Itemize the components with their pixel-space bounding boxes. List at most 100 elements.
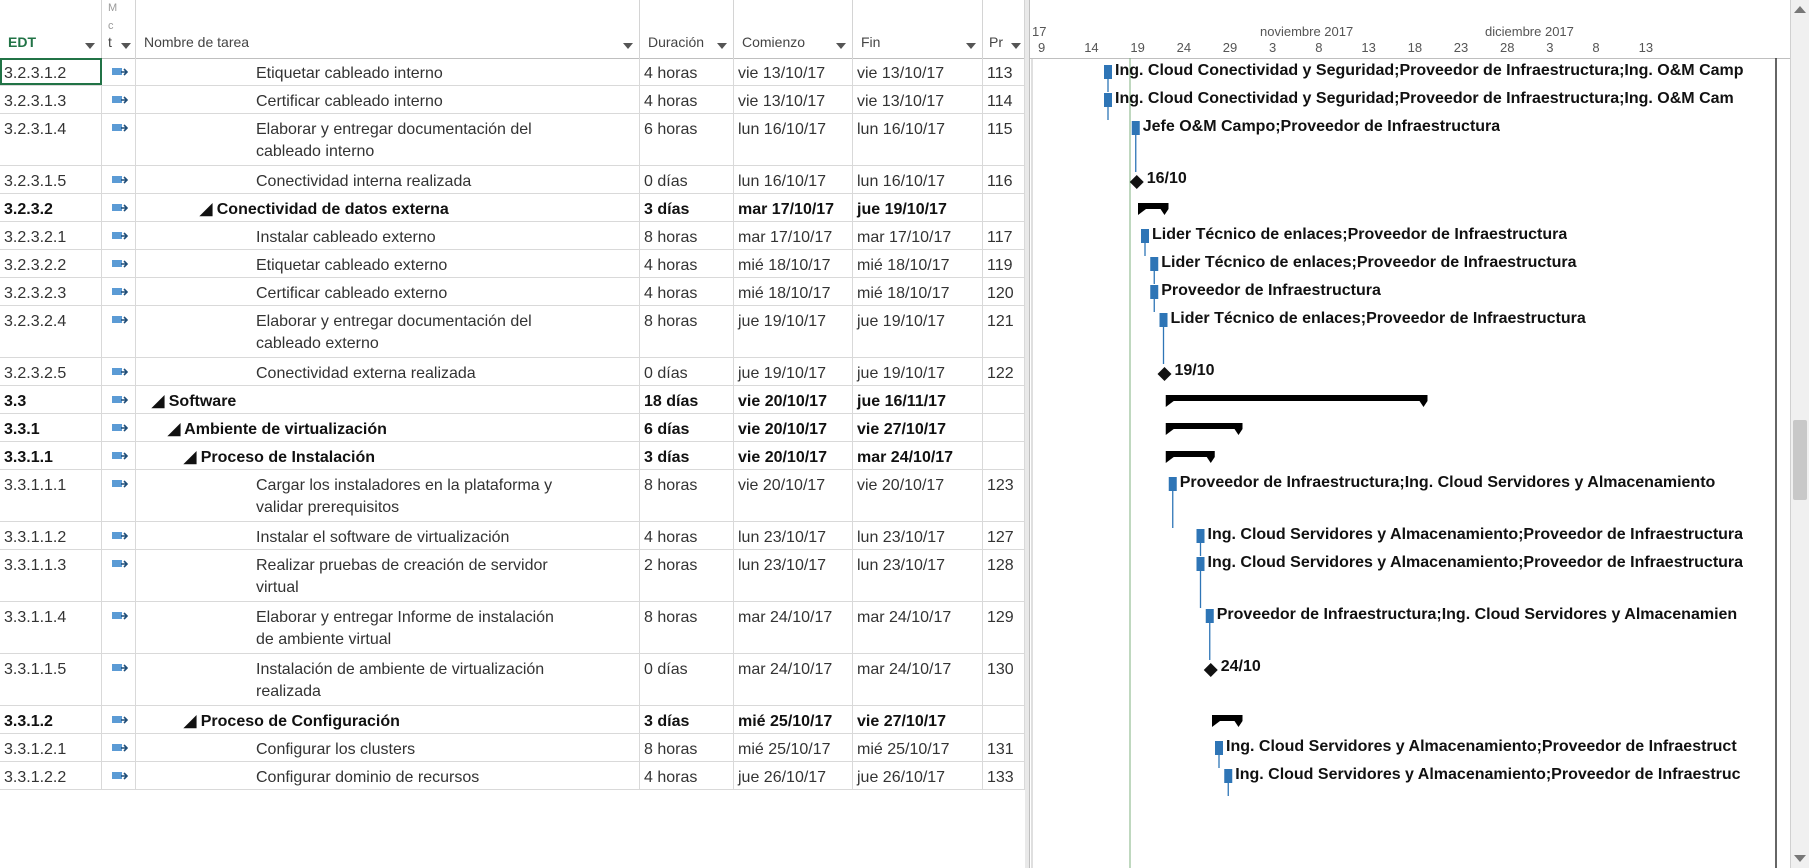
cell-duration[interactable]: 6 horas — [640, 114, 734, 165]
cell-start[interactable]: vie 20/10/17 — [734, 414, 853, 441]
cell-predecessors[interactable] — [983, 194, 1025, 221]
cell-task-name[interactable]: Elaborar y entregar documentación del cab… — [136, 306, 640, 357]
cell-task-mode[interactable] — [102, 166, 136, 193]
cell-finish[interactable]: vie 27/10/17 — [853, 414, 983, 441]
gantt-milestone[interactable] — [1203, 663, 1218, 677]
table-row[interactable]: 3.2.3.2.5 Conectividad externa realizada 0… — [0, 358, 1025, 386]
cell-task-name[interactable]: Cargar los instaladores en la plataforma… — [136, 470, 640, 521]
table-row[interactable]: 3.3.1.2.2 Configurar dominio de recursos 4… — [0, 762, 1025, 790]
table-row[interactable]: 3.3.1.2.1 Configurar los clusters 8 horas m… — [0, 734, 1025, 762]
cell-task-name[interactable]: Elaborar y entregar Informe de instalaci… — [136, 602, 640, 653]
gantt-summary-bar[interactable] — [1138, 203, 1169, 209]
cell-start[interactable]: mar 24/10/17 — [734, 654, 853, 705]
cell-start[interactable]: jue 19/10/17 — [734, 306, 853, 357]
cell-edt[interactable]: 3.3.1.1.3 — [0, 550, 102, 601]
scroll-up-icon[interactable] — [1794, 6, 1806, 13]
gantt-task-bar[interactable] — [1196, 529, 1205, 543]
cell-start[interactable]: mié 18/10/17 — [734, 278, 853, 305]
table-row[interactable]: 3.3.1.1.2 Instalar el software de virtual… — [0, 522, 1025, 550]
cell-duration[interactable]: 4 horas — [640, 86, 734, 113]
cell-task-mode[interactable] — [102, 194, 136, 221]
cell-edt[interactable]: 3.3.1.1 — [0, 442, 102, 469]
gantt-summary-bar[interactable] — [1165, 395, 1428, 401]
gantt-task-bar[interactable] — [1131, 121, 1140, 135]
cell-duration[interactable]: 3 días — [640, 194, 734, 221]
cell-task-mode[interactable] — [102, 278, 136, 305]
cell-start[interactable]: mié 25/10/17 — [734, 706, 853, 733]
cell-duration[interactable]: 0 días — [640, 166, 734, 193]
gantt-task-bar[interactable] — [1215, 741, 1223, 755]
col-mode-header[interactable]: M c t — [102, 0, 136, 58]
cell-duration[interactable]: 3 días — [640, 442, 734, 469]
chevron-down-icon[interactable] — [966, 43, 976, 49]
cell-duration[interactable]: 8 horas — [640, 470, 734, 521]
cell-task-mode[interactable] — [102, 306, 136, 357]
cell-edt[interactable]: 3.3.1.1.4 — [0, 602, 102, 653]
cell-predecessors[interactable] — [983, 414, 1025, 441]
cell-start[interactable]: mar 17/10/17 — [734, 222, 853, 249]
cell-predecessors[interactable]: 122 — [983, 358, 1025, 385]
cell-duration[interactable]: 8 horas — [640, 306, 734, 357]
cell-predecessors[interactable]: 131 — [983, 734, 1025, 761]
cell-task-name[interactable]: ◢ Proceso de Configuración — [136, 706, 640, 733]
cell-start[interactable]: lun 16/10/17 — [734, 166, 853, 193]
cell-task-name[interactable]: Conectividad interna realizada — [136, 166, 640, 193]
cell-duration[interactable]: 3 días — [640, 706, 734, 733]
gantt-task-bar[interactable] — [1224, 769, 1233, 783]
col-name-header[interactable]: Nombre de tarea — [136, 0, 640, 58]
cell-edt[interactable]: 3.3.1.1.2 — [0, 522, 102, 549]
cell-task-mode[interactable] — [102, 706, 136, 733]
cell-predecessors[interactable]: 123 — [983, 470, 1025, 521]
col-pred-header[interactable]: Pr — [983, 0, 1025, 58]
chevron-down-icon[interactable] — [1011, 43, 1021, 49]
cell-finish[interactable]: mar 24/10/17 — [853, 602, 983, 653]
cell-edt[interactable]: 3.2.3.1.4 — [0, 114, 102, 165]
cell-finish[interactable]: jue 19/10/17 — [853, 194, 983, 221]
table-row[interactable]: 3.3.1.1.5 Instalación de ambiente de virt… — [0, 654, 1025, 706]
cell-predecessors[interactable]: 115 — [983, 114, 1025, 165]
cell-edt[interactable]: 3.2.3.2.5 — [0, 358, 102, 385]
table-row[interactable]: 3.3 ◢ Software 18 días vie 20/10/17 jue 16/1… — [0, 386, 1025, 414]
cell-finish[interactable]: jue 19/10/17 — [853, 358, 983, 385]
cell-finish[interactable]: jue 16/11/17 — [853, 386, 983, 413]
col-duration-header[interactable]: Duración — [640, 0, 734, 58]
cell-predecessors[interactable] — [983, 442, 1025, 469]
cell-finish[interactable]: lun 16/10/17 — [853, 166, 983, 193]
cell-edt[interactable]: 3.2.3.2 — [0, 194, 102, 221]
cell-task-mode[interactable] — [102, 114, 136, 165]
cell-task-mode[interactable] — [102, 550, 136, 601]
cell-finish[interactable]: vie 20/10/17 — [853, 470, 983, 521]
col-start-header[interactable]: Comienzo — [734, 0, 853, 58]
chevron-down-icon[interactable] — [836, 43, 846, 49]
cell-duration[interactable]: 4 horas — [640, 522, 734, 549]
gantt-task-bar[interactable] — [1150, 285, 1159, 299]
gantt-task-bar[interactable] — [1104, 93, 1112, 107]
table-row[interactable]: 3.2.3.2.1 Instalar cableado externo 8 hora… — [0, 222, 1025, 250]
cell-task-name[interactable]: Configurar los clusters — [136, 734, 640, 761]
cell-finish[interactable]: vie 27/10/17 — [853, 706, 983, 733]
cell-edt[interactable]: 3.2.3.1.3 — [0, 86, 102, 113]
cell-task-name[interactable]: Certificar cableado externo — [136, 278, 640, 305]
cell-predecessors[interactable]: 127 — [983, 522, 1025, 549]
cell-start[interactable]: lun 23/10/17 — [734, 550, 853, 601]
cell-start[interactable]: vie 20/10/17 — [734, 470, 853, 521]
cell-predecessors[interactable]: 114 — [983, 86, 1025, 113]
table-row[interactable]: 3.3.1.2 ◢ Proceso de Configuración 3 días m… — [0, 706, 1025, 734]
table-row[interactable]: 3.2.3.2.4 Elaborar y entregar documentaci… — [0, 306, 1025, 358]
cell-duration[interactable]: 4 horas — [640, 250, 734, 277]
cell-start[interactable]: jue 19/10/17 — [734, 358, 853, 385]
cell-finish[interactable]: lun 23/10/17 — [853, 550, 983, 601]
cell-edt[interactable]: 3.3.1.1.5 — [0, 654, 102, 705]
table-row[interactable]: 3.3.1.1.4 Elaborar y entregar Informe de … — [0, 602, 1025, 654]
cell-duration[interactable]: 4 horas — [640, 58, 734, 85]
cell-task-name[interactable]: ◢ Ambiente de virtualización — [136, 414, 640, 441]
cell-predecessors[interactable] — [983, 386, 1025, 413]
cell-predecessors[interactable]: 121 — [983, 306, 1025, 357]
scroll-thumb[interactable] — [1793, 420, 1807, 500]
cell-edt[interactable]: 3.2.3.2.3 — [0, 278, 102, 305]
cell-edt[interactable]: 3.3 — [0, 386, 102, 413]
vertical-scrollbar[interactable] — [1790, 0, 1809, 868]
cell-predecessors[interactable]: 119 — [983, 250, 1025, 277]
chevron-down-icon[interactable] — [85, 43, 95, 49]
cell-duration[interactable]: 4 horas — [640, 278, 734, 305]
